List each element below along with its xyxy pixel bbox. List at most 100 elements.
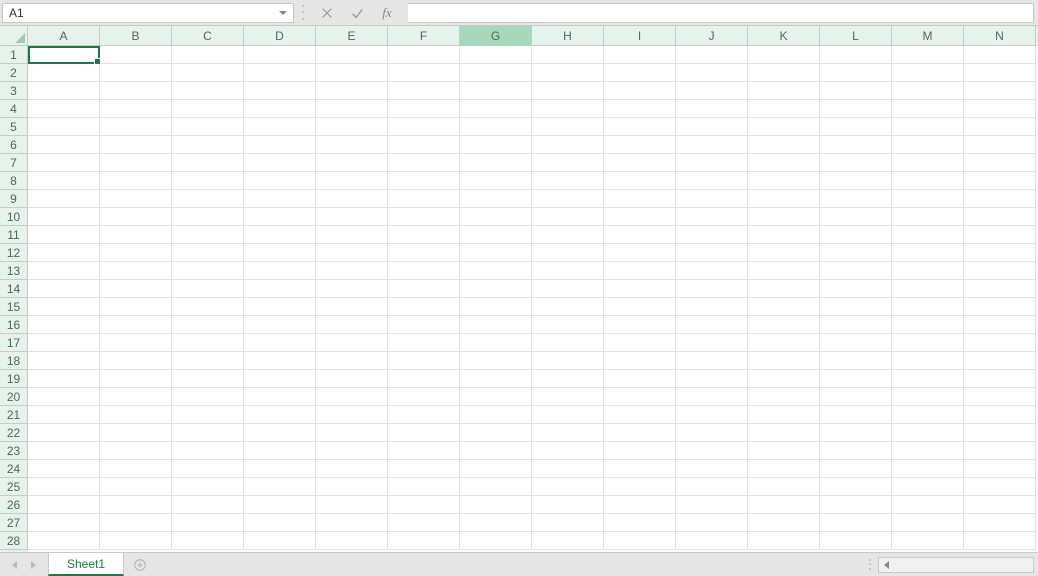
cell-K14[interactable] [748,280,820,298]
cell-F15[interactable] [388,298,460,316]
cell-H21[interactable] [532,406,604,424]
cell-K22[interactable] [748,424,820,442]
cell-L21[interactable] [820,406,892,424]
cell-B15[interactable] [100,298,172,316]
cell-M24[interactable] [892,460,964,478]
cell-F11[interactable] [388,226,460,244]
cell-F8[interactable] [388,172,460,190]
cell-B20[interactable] [100,388,172,406]
cell-A20[interactable] [28,388,100,406]
cell-J6[interactable] [676,136,748,154]
cell-D11[interactable] [244,226,316,244]
cell-N9[interactable] [964,190,1036,208]
cell-L1[interactable] [820,46,892,64]
cell-M18[interactable] [892,352,964,370]
row-header-8[interactable]: 8 [0,172,28,190]
cell-G12[interactable] [460,244,532,262]
cell-C24[interactable] [172,460,244,478]
column-header-N[interactable]: N [964,26,1036,46]
cell-G19[interactable] [460,370,532,388]
cell-F24[interactable] [388,460,460,478]
cell-L4[interactable] [820,100,892,118]
cell-G14[interactable] [460,280,532,298]
cell-I3[interactable] [604,82,676,100]
cell-G20[interactable] [460,388,532,406]
cell-E9[interactable] [316,190,388,208]
cell-I13[interactable] [604,262,676,280]
cell-C12[interactable] [172,244,244,262]
cell-L22[interactable] [820,424,892,442]
cell-F16[interactable] [388,316,460,334]
cell-B22[interactable] [100,424,172,442]
row-header-23[interactable]: 23 [0,442,28,460]
cell-C28[interactable] [172,532,244,550]
cell-B2[interactable] [100,64,172,82]
cell-E20[interactable] [316,388,388,406]
cell-K5[interactable] [748,118,820,136]
cell-F4[interactable] [388,100,460,118]
cell-K3[interactable] [748,82,820,100]
cell-G5[interactable] [460,118,532,136]
cell-I23[interactable] [604,442,676,460]
cell-N16[interactable] [964,316,1036,334]
cell-E17[interactable] [316,334,388,352]
prev-sheet-button[interactable] [12,561,17,569]
row-header-7[interactable]: 7 [0,154,28,172]
cell-B5[interactable] [100,118,172,136]
scroll-left-button[interactable] [879,561,893,569]
cell-K28[interactable] [748,532,820,550]
cell-H17[interactable] [532,334,604,352]
cell-A18[interactable] [28,352,100,370]
cell-I6[interactable] [604,136,676,154]
cell-F6[interactable] [388,136,460,154]
cell-J21[interactable] [676,406,748,424]
cell-C4[interactable] [172,100,244,118]
cell-K18[interactable] [748,352,820,370]
select-all-corner[interactable] [0,26,28,46]
cell-D23[interactable] [244,442,316,460]
cell-K13[interactable] [748,262,820,280]
accept-formula-button[interactable] [342,3,372,23]
cell-N22[interactable] [964,424,1036,442]
cell-D15[interactable] [244,298,316,316]
cell-N11[interactable] [964,226,1036,244]
cell-D13[interactable] [244,262,316,280]
cell-L28[interactable] [820,532,892,550]
cell-I8[interactable] [604,172,676,190]
cell-I22[interactable] [604,424,676,442]
cell-M23[interactable] [892,442,964,460]
cell-D3[interactable] [244,82,316,100]
cell-C10[interactable] [172,208,244,226]
cell-H4[interactable] [532,100,604,118]
cell-C2[interactable] [172,64,244,82]
column-header-E[interactable]: E [316,26,388,46]
cell-B17[interactable] [100,334,172,352]
cell-N8[interactable] [964,172,1036,190]
cell-I1[interactable] [604,46,676,64]
cell-D8[interactable] [244,172,316,190]
row-header-5[interactable]: 5 [0,118,28,136]
cell-D2[interactable] [244,64,316,82]
cell-L6[interactable] [820,136,892,154]
cell-M15[interactable] [892,298,964,316]
cell-M8[interactable] [892,172,964,190]
cell-B12[interactable] [100,244,172,262]
cell-E27[interactable] [316,514,388,532]
name-box-dropdown[interactable] [273,3,293,23]
cell-M16[interactable] [892,316,964,334]
cell-L5[interactable] [820,118,892,136]
cell-A22[interactable] [28,424,100,442]
cell-I12[interactable] [604,244,676,262]
row-header-25[interactable]: 25 [0,478,28,496]
cell-G3[interactable] [460,82,532,100]
cell-C11[interactable] [172,226,244,244]
cell-E18[interactable] [316,352,388,370]
cell-L26[interactable] [820,496,892,514]
cell-C1[interactable] [172,46,244,64]
cell-H24[interactable] [532,460,604,478]
cell-C21[interactable] [172,406,244,424]
cell-G7[interactable] [460,154,532,172]
cell-M28[interactable] [892,532,964,550]
cell-L8[interactable] [820,172,892,190]
add-sheet-button[interactable] [124,553,156,576]
